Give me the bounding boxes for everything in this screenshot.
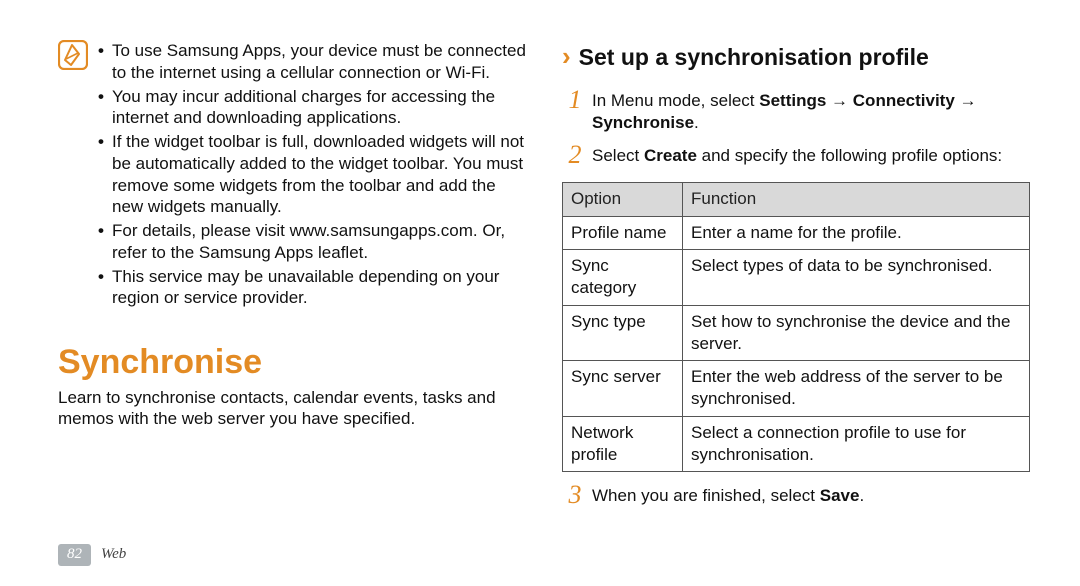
note-text: This service may be unavailable dependin… <box>112 266 526 310</box>
table-row: Sync type Set how to synchronise the dev… <box>563 305 1030 361</box>
function-cell: Select types of data to be synchronised. <box>683 250 1030 306</box>
arrow-text: → <box>826 91 852 110</box>
step-number: 1 <box>562 87 592 134</box>
bullet-dot: • <box>98 86 112 130</box>
page-footer: 82 Web <box>58 544 126 566</box>
left-column: • To use Samsung Apps, your device must … <box>58 40 526 566</box>
note-text: You may incur additional charges for acc… <box>112 86 526 130</box>
bullet-dot: • <box>98 266 112 310</box>
step-text: . <box>859 486 864 505</box>
bold-text: Connectivity <box>853 91 955 110</box>
step-2: 2 Select Create and specify the followin… <box>562 142 1030 168</box>
right-column: › Set up a synchronisation profile 1 In … <box>562 40 1030 566</box>
step-body: Select Create and specify the following … <box>592 142 1030 168</box>
table-header-row: Option Function <box>563 182 1030 216</box>
option-cell: Profile name <box>563 216 683 250</box>
note-bullet: • If the widget toolbar is full, downloa… <box>98 131 526 218</box>
step-text: Select <box>592 146 644 165</box>
bullet-dot: • <box>98 40 112 84</box>
note-bullet: • This service may be unavailable depend… <box>98 266 526 310</box>
bullet-dot: • <box>98 131 112 218</box>
note-text: For details, please visit www.samsungapp… <box>112 220 526 264</box>
note-text: To use Samsung Apps, your device must be… <box>112 40 526 84</box>
synchronise-heading: Synchronise <box>58 341 526 385</box>
step-text: and specify the following profile option… <box>697 146 1002 165</box>
table-row: Profile name Enter a name for the profil… <box>563 216 1030 250</box>
section-name: Web <box>101 545 126 564</box>
note-icon <box>58 40 98 311</box>
bold-text: Settings <box>759 91 826 110</box>
table-row: Sync server Enter the web address of the… <box>563 361 1030 417</box>
note-block: • To use Samsung Apps, your device must … <box>58 40 526 311</box>
table-row: Sync category Select types of data to be… <box>563 250 1030 306</box>
note-bullet: • To use Samsung Apps, your device must … <box>98 40 526 84</box>
note-bullet: • You may incur additional charges for a… <box>98 86 526 130</box>
bold-text: Create <box>644 146 697 165</box>
function-cell: Enter a name for the profile. <box>683 216 1030 250</box>
options-table: Option Function Profile name Enter a nam… <box>562 182 1030 473</box>
step-number: 2 <box>562 142 592 168</box>
step-body: When you are finished, select Save. <box>592 482 1030 508</box>
note-text: If the widget toolbar is full, downloade… <box>112 131 526 218</box>
step-body: In Menu mode, select Settings → Connecti… <box>592 87 1030 134</box>
bold-text: Synchronise <box>592 113 694 132</box>
table-row: Network profile Select a connection prof… <box>563 416 1030 472</box>
subsection-heading: › Set up a synchronisation profile <box>562 40 1030 73</box>
page: • To use Samsung Apps, your device must … <box>0 0 1080 586</box>
step-text: In Menu mode, select <box>592 91 759 110</box>
note-bullet-list: • To use Samsung Apps, your device must … <box>98 40 526 311</box>
chevron-icon: › <box>562 40 569 73</box>
option-cell: Network profile <box>563 416 683 472</box>
note-bullet: • For details, please visit www.samsunga… <box>98 220 526 264</box>
bullet-dot: • <box>98 220 112 264</box>
subsection-title: Set up a synchronisation profile <box>579 43 929 72</box>
bold-text: Save <box>820 486 860 505</box>
option-cell: Sync type <box>563 305 683 361</box>
page-number: 82 <box>58 544 91 566</box>
step-text: . <box>694 113 699 132</box>
step-number: 3 <box>562 482 592 508</box>
option-cell: Sync category <box>563 250 683 306</box>
table-header-option: Option <box>563 182 683 216</box>
arrow-text: → <box>955 91 977 110</box>
step-1: 1 In Menu mode, select Settings → Connec… <box>562 87 1030 134</box>
table-header-function: Function <box>683 182 1030 216</box>
function-cell: Enter the web address of the server to b… <box>683 361 1030 417</box>
option-cell: Sync server <box>563 361 683 417</box>
synchronise-intro: Learn to synchronise contacts, calendar … <box>58 387 526 431</box>
function-cell: Select a connection profile to use for s… <box>683 416 1030 472</box>
function-cell: Set how to synchronise the device and th… <box>683 305 1030 361</box>
step-3: 3 When you are finished, select Save. <box>562 482 1030 508</box>
step-text: When you are finished, select <box>592 486 820 505</box>
